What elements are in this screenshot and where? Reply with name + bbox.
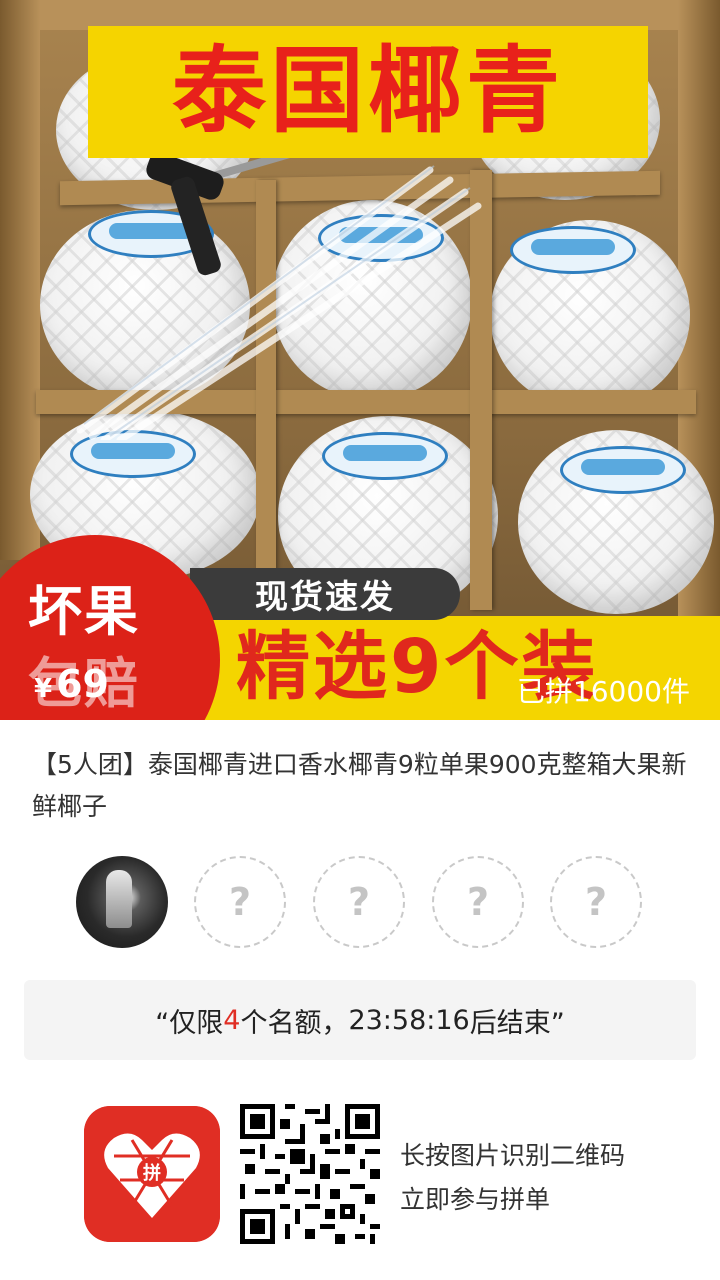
qr-code[interactable] [240,1104,380,1244]
notice-suffix: 后结束” [469,1007,565,1039]
empty-slot[interactable]: ? [194,856,286,948]
avatar[interactable] [76,856,168,948]
notice-prefix: “仅限 [155,1007,224,1039]
product-image[interactable]: 泰国椰青 精选9个装 现货速发 坏果 包赔 ¥69 已拼16000件 [0,0,720,720]
sold-count: 已拼16000件 [516,675,690,708]
currency-symbol: ¥ [34,674,53,704]
coconut-label [560,446,686,494]
product-title[interactable]: 【5人团】泰国椰青进口香水椰青9粒单果900克整箱大果新鲜椰子 [32,744,692,828]
empty-slot[interactable]: ? [432,856,524,948]
ship-tag: 现货速发 [190,568,460,620]
countdown-timer: 23:58:16 [348,1004,470,1036]
ship-tag-text: 现货速发 [255,577,395,616]
title-banner-text: 泰国椰青 [171,37,564,146]
qr-instruction-line1: 长按图片识别二维码 [400,1141,626,1170]
empty-slot[interactable]: ? [313,856,405,948]
empty-slot[interactable]: ? [550,856,642,948]
countdown-notice: “仅限 4 个名额， 23:58:16 后结束” [24,980,696,1060]
group-members: ? ? ? ? [76,856,656,952]
question-mark-icon: ? [347,880,371,924]
question-mark-icon: ? [228,880,252,924]
guarantee-line1: 坏果 [28,580,140,643]
guarantee-badge: 坏果 包赔 [0,535,220,720]
question-mark-icon: ? [584,880,608,924]
coconut-label [510,226,636,274]
qr-instructions: 长按图片识别二维码 立即参与拼单 [400,1134,625,1222]
slots-remaining: 4 [223,1004,241,1036]
title-banner: 泰国椰青 [88,26,648,158]
qr-instruction-line2: 立即参与拼单 [400,1185,551,1214]
coconut-opener-icon [146,144,312,276]
price-value: 69 [56,662,109,706]
promo-bar: 精选9个装 现货速发 坏果 包赔 ¥69 已拼16000件 [0,530,720,720]
app-logo-icon[interactable]: 拼 [84,1106,220,1242]
price: ¥69 [34,662,109,706]
logo-char: 拼 [143,1162,161,1184]
notice-middle: 个名额， [240,1007,349,1039]
question-mark-icon: ? [466,880,490,924]
